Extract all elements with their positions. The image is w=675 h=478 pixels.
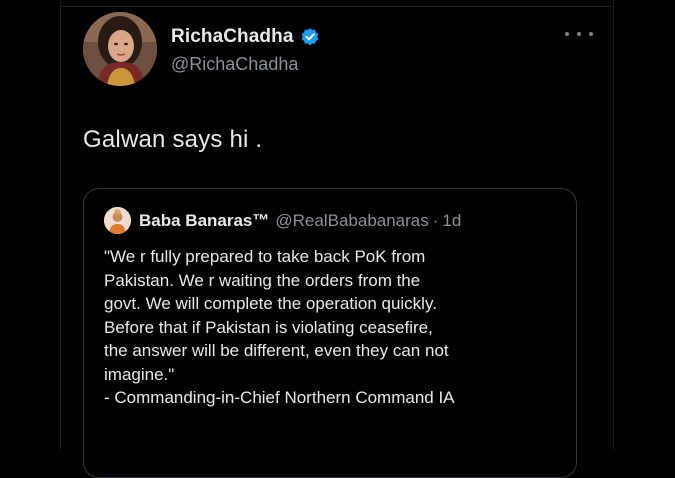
quoted-text-line: - Commanding-in-Chief Northern Command I… [104, 388, 455, 407]
quoted-tweet-text: "We r fully prepared to take back PoK fr… [104, 245, 564, 410]
quoted-avatar-image [104, 207, 131, 234]
quoted-text-line: Pakistan. We r waiting the orders from t… [104, 270, 421, 290]
more-options-icon[interactable] [565, 26, 593, 42]
divider [61, 6, 613, 7]
dot [565, 32, 569, 36]
quoted-text-line: the answer will be different, even they … [104, 341, 449, 360]
tweet-text: Galwan says hi . [83, 126, 263, 153]
quoted-display-name[interactable]: Baba Banaras™ [139, 211, 269, 231]
quoted-text-line: imagine." [104, 364, 175, 384]
avatar-image [83, 12, 157, 86]
quoted-text-line: Before that if Pakistan is violating cea… [104, 317, 433, 337]
quoted-tweet[interactable]: Baba Banaras™ @RealBababanaras · 1d "We … [83, 188, 577, 478]
tweet-column: RichaChadha @RichaChadha Galwan says hi … [60, 0, 614, 478]
verified-badge-icon [300, 27, 320, 47]
display-name-row: RichaChadha [171, 26, 320, 48]
avatar[interactable] [83, 12, 157, 86]
dot [577, 32, 581, 36]
separator-dot: · [432, 210, 439, 230]
dot [589, 32, 593, 36]
tweet[interactable]: RichaChadha @RichaChadha Galwan says hi … [83, 12, 593, 478]
tweet-header: RichaChadha @RichaChadha [83, 12, 593, 88]
quoted-text-line: govt. We will complete the operation qui… [104, 294, 437, 313]
quoted-timestamp[interactable]: 1d [442, 211, 461, 231]
quoted-tweet-header: Baba Banaras™ @RealBababanaras · 1d [104, 207, 461, 234]
quoted-avatar[interactable] [104, 207, 131, 234]
author-names: RichaChadha @RichaChadha [171, 26, 320, 75]
quoted-text-line: "We r fully prepared to take back PoK fr… [104, 247, 426, 266]
quoted-handle[interactable]: @RealBababanaras [275, 211, 428, 231]
handle[interactable]: @RichaChadha [171, 54, 320, 75]
display-name[interactable]: RichaChadha [171, 26, 294, 48]
